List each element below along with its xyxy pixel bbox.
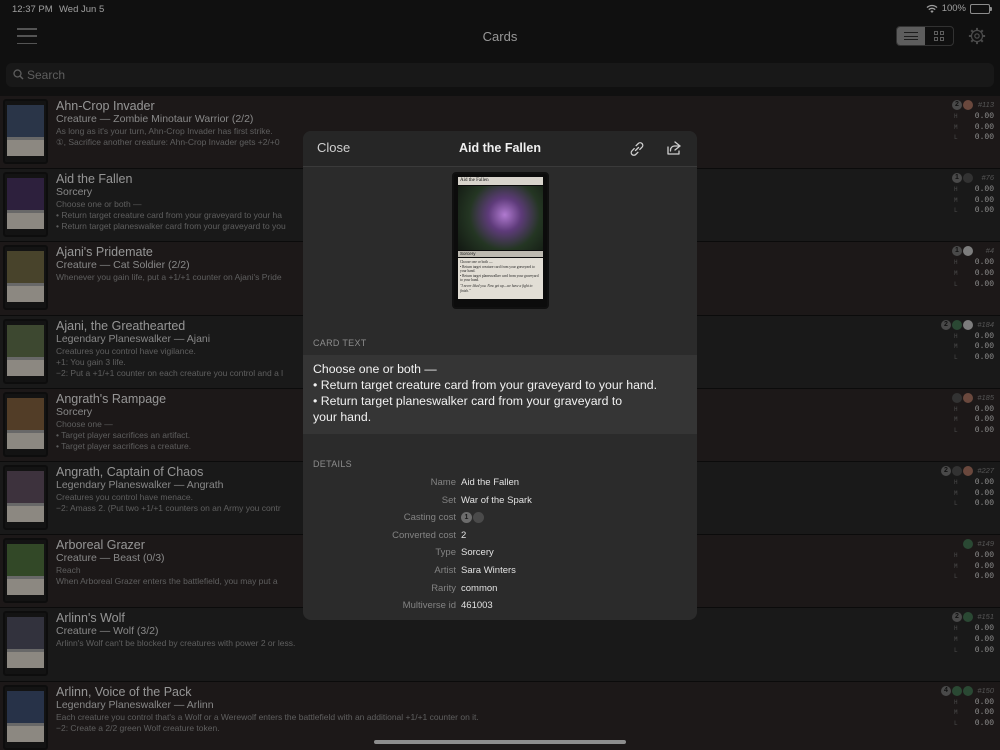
detail-key: Name (430, 477, 456, 488)
detail-value: 1 (461, 512, 485, 524)
detail-value: 2 (461, 529, 467, 541)
mana-symbol-icon: 1 (461, 512, 472, 524)
details-table: Name Aid the Fallen Set War of the Spark Cas… (303, 474, 697, 615)
detail-key: Converted cost (392, 529, 456, 541)
detail-value: Sorcery (461, 547, 494, 559)
card-image-title: Aid the Fallen (458, 177, 543, 185)
card-image-line: • Return target creature card from your … (460, 264, 535, 274)
mana-symbol-icon (473, 512, 484, 524)
card-text-line: your hand. (313, 410, 372, 424)
card-text-label: CARD TEXT (313, 338, 367, 348)
detail-row: Rarity common (303, 580, 697, 598)
home-indicator[interactable] (374, 740, 626, 744)
detail-row: Converted cost 2 (303, 527, 697, 545)
detail-key: Casting cost (403, 512, 456, 524)
card-text-line: • Return target planeswalker card from y… (313, 394, 623, 408)
link-icon[interactable] (628, 140, 646, 158)
detail-row: Set War of the Spark (303, 492, 697, 510)
detail-row: Artist Sara Winters (303, 562, 697, 580)
detail-value: War of the Spark (461, 494, 532, 506)
details-label: DETAILS (313, 459, 352, 469)
detail-row: Casting cost 1 (303, 509, 697, 527)
detail-key: Type (435, 547, 456, 559)
card-image-footer (458, 301, 543, 304)
detail-key: Artist (434, 564, 456, 576)
card-image: Aid the Fallen Sorcery Choose one or bot… (452, 172, 549, 309)
detail-row: Type Sorcery (303, 544, 697, 562)
card-detail-modal: Close Aid the Fallen Aid the Fallen Sorc… (303, 131, 697, 620)
modal-header: Close Aid the Fallen (303, 131, 697, 167)
detail-row: Multiverse id 461003 (303, 597, 697, 615)
detail-value: Sara Winters (461, 564, 516, 576)
share-icon[interactable] (665, 139, 683, 157)
card-text-box: Choose one or both — • Return target cre… (303, 355, 697, 434)
card-image-textbox: Choose one or both — • Return target cre… (458, 258, 543, 299)
detail-key: Set (441, 494, 456, 506)
card-text-line: • Return target creature card from your … (313, 378, 658, 392)
detail-key: Rarity (431, 582, 456, 594)
detail-value: 461003 (461, 600, 493, 612)
card-image-line: • Return target planeswalker card from y… (460, 273, 539, 283)
card-text-line: Choose one or both — (313, 362, 437, 376)
detail-key: Multiverse id (402, 600, 456, 612)
card-image-flavor: "I never liked you. Now get up—we have a… (460, 283, 533, 293)
app-root: 12:37 PM Wed Jun 5 100% Cards Search Ahn… (0, 0, 1000, 750)
card-art (458, 186, 543, 250)
card-image-type: Sorcery (458, 251, 543, 257)
detail-value: Aid the Fallen (461, 477, 520, 488)
detail-row: Name Aid the Fallen (303, 474, 697, 492)
detail-value: common (461, 582, 498, 594)
